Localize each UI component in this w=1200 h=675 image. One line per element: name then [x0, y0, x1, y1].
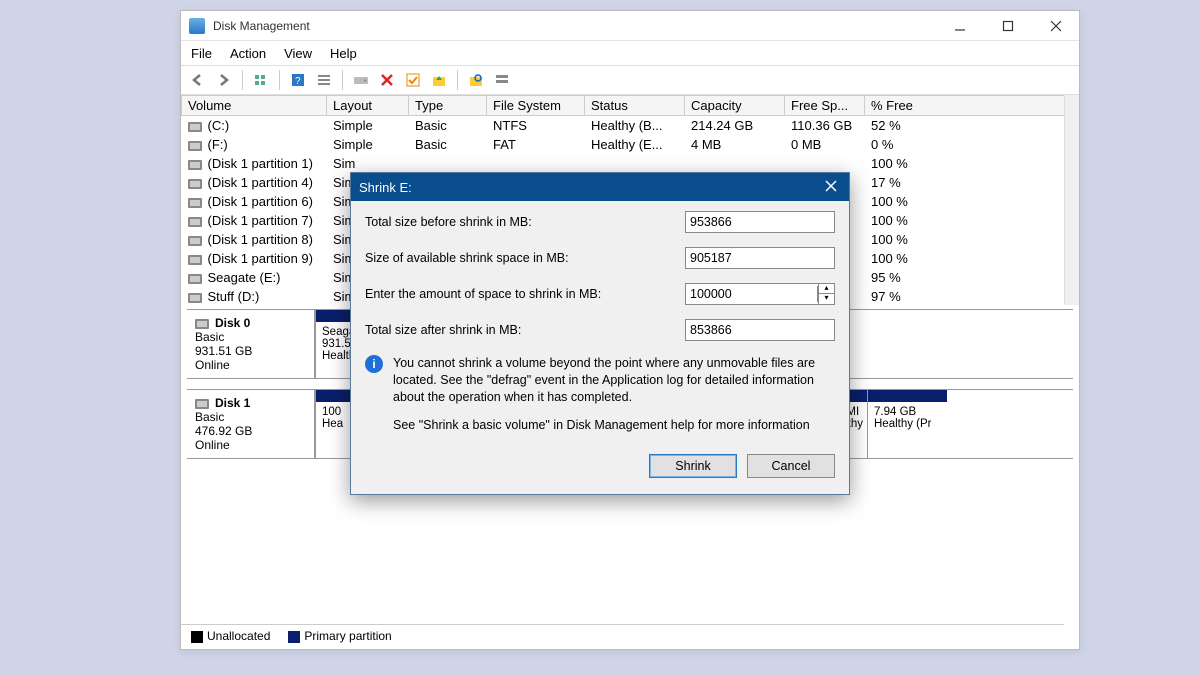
- maximize-button[interactable]: [993, 14, 1023, 38]
- col-capacity[interactable]: Capacity: [685, 96, 785, 116]
- value-total-after: 853866: [685, 319, 835, 341]
- value-total-before: 953866: [685, 211, 835, 233]
- table-row[interactable]: (F:)SimpleBasicFATHealthy (E...4 MB0 MB0…: [182, 135, 1079, 154]
- window-title: Disk Management: [213, 19, 945, 33]
- folder-up-icon[interactable]: [428, 69, 450, 91]
- search-drive-icon[interactable]: [465, 69, 487, 91]
- col-filesystem[interactable]: File System: [487, 96, 585, 116]
- disk-icon: [188, 122, 202, 132]
- disk-icon: [188, 141, 202, 151]
- check-icon[interactable]: [402, 69, 424, 91]
- titlebar: Disk Management: [181, 11, 1079, 41]
- col-layout[interactable]: Layout: [327, 96, 409, 116]
- table-row[interactable]: (C:)SimpleBasicNTFSHealthy (B...214.24 G…: [182, 116, 1079, 136]
- back-icon[interactable]: [187, 69, 209, 91]
- menu-view[interactable]: View: [284, 46, 312, 61]
- label-total-before: Total size before shrink in MB:: [365, 215, 685, 229]
- dialog-titlebar: Shrink E:: [351, 173, 849, 201]
- shrink-stepper[interactable]: ▴▾: [818, 284, 834, 304]
- step-down-icon[interactable]: ▾: [819, 294, 834, 304]
- dialog-title: Shrink E:: [359, 180, 821, 195]
- grid-icon[interactable]: [250, 69, 272, 91]
- list-icon[interactable]: [313, 69, 335, 91]
- shrink-button[interactable]: Shrink: [649, 454, 737, 478]
- col-free[interactable]: Free Sp...: [785, 96, 865, 116]
- menubar: File Action View Help: [181, 41, 1079, 65]
- info-icon: i: [365, 355, 383, 373]
- settings-list-icon[interactable]: [491, 69, 513, 91]
- minimize-button[interactable]: [945, 14, 975, 38]
- cancel-button[interactable]: Cancel: [747, 454, 835, 478]
- table-row[interactable]: (Disk 1 partition 1)Sim100 %: [182, 154, 1079, 173]
- disk-icon: [188, 217, 202, 227]
- label-total-after: Total size after shrink in MB:: [365, 323, 685, 337]
- help-icon[interactable]: ?: [287, 69, 309, 91]
- disk-icon: [188, 236, 202, 246]
- disk-icon: [188, 255, 202, 265]
- col-type[interactable]: Type: [409, 96, 487, 116]
- disk-icon: [188, 293, 202, 303]
- help-text: See "Shrink a basic volume" in Disk Mana…: [393, 418, 810, 432]
- svg-text:?: ?: [295, 76, 301, 87]
- forward-icon[interactable]: [213, 69, 235, 91]
- disk-icon: [188, 160, 202, 170]
- col-status[interactable]: Status: [585, 96, 685, 116]
- disk-icon: [188, 179, 202, 189]
- delete-icon[interactable]: [376, 69, 398, 91]
- col-pct[interactable]: % Free: [865, 96, 1079, 116]
- legend-unallocated: Unallocated: [207, 629, 270, 643]
- partition-block[interactable]: 7.94 GBHealthy (Pr: [867, 390, 947, 458]
- menu-help[interactable]: Help: [330, 46, 357, 61]
- disk-icon: [188, 198, 202, 208]
- legend: Unallocated Primary partition: [181, 624, 1064, 647]
- legend-primary: Primary partition: [304, 629, 391, 643]
- shrink-dialog: Shrink E: Total size before shrink in MB…: [350, 172, 850, 495]
- disk-icon: [188, 274, 202, 284]
- label-available: Size of available shrink space in MB:: [365, 251, 685, 265]
- label-enter-amount: Enter the amount of space to shrink in M…: [365, 287, 685, 301]
- menu-action[interactable]: Action: [230, 46, 266, 61]
- info-text: You cannot shrink a volume beyond the po…: [393, 355, 835, 406]
- menu-file[interactable]: File: [191, 46, 212, 61]
- app-icon: [189, 18, 205, 34]
- dialog-close-icon[interactable]: [821, 178, 841, 197]
- input-shrink-amount[interactable]: 100000 ▴▾: [685, 283, 835, 305]
- swatch-unallocated: [191, 631, 203, 643]
- disk-icon: [195, 319, 209, 329]
- table-header-row: Volume Layout Type File System Status Ca…: [182, 96, 1079, 116]
- disk-icon: [195, 399, 209, 409]
- col-volume[interactable]: Volume: [182, 96, 327, 116]
- toolbar: ?: [181, 65, 1079, 95]
- value-available: 905187: [685, 247, 835, 269]
- scrollbar[interactable]: [1064, 95, 1079, 305]
- close-button[interactable]: [1041, 14, 1071, 38]
- swatch-primary: [288, 631, 300, 643]
- drive-icon[interactable]: [350, 69, 372, 91]
